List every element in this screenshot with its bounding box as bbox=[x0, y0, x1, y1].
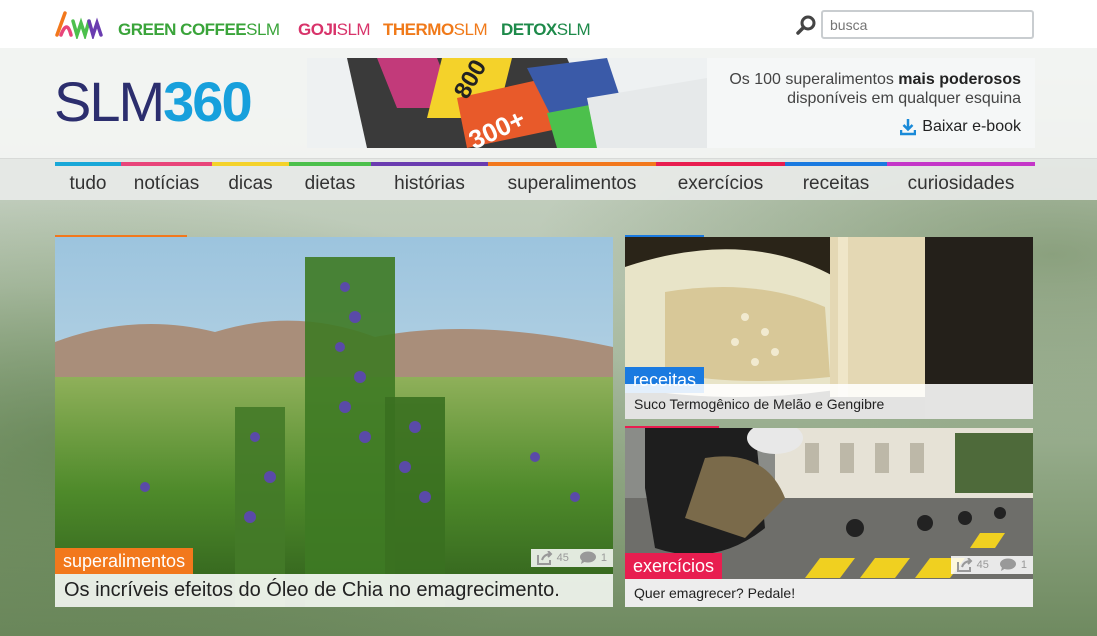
comment-icon bbox=[579, 551, 596, 564]
featured-article-card[interactable]: superalimentos 45 1 Os incríveis efeitos… bbox=[55, 237, 613, 607]
search-input[interactable] bbox=[821, 10, 1034, 39]
brand-thin: SLM bbox=[246, 20, 280, 39]
nav-item-label: receitas bbox=[802, 172, 870, 194]
nav-item-label: exercícios bbox=[677, 172, 764, 194]
article-title[interactable]: Suco Termogênico de Melão e Gengibre bbox=[625, 384, 1033, 419]
brand-link-goji[interactable]: GOJISLM bbox=[298, 20, 371, 40]
ebook-cover-image: 300+ 800 bbox=[307, 58, 707, 148]
nav-item-historias[interactable]: histórias bbox=[371, 162, 488, 201]
nav-item-dietas[interactable]: dietas bbox=[289, 162, 371, 201]
shares-stat[interactable]: 45 bbox=[536, 551, 569, 565]
banner-line1-regular: Os 100 superalimentos bbox=[729, 71, 899, 88]
brand-bold: GREEN COFFEE bbox=[118, 20, 247, 39]
article-title[interactable]: Os incríveis efeitos do Óleo de Chia no … bbox=[55, 574, 613, 607]
banner-line1-bold: mais poderosos bbox=[898, 71, 1021, 88]
logo-slm: SLM bbox=[54, 70, 165, 133]
brand-link-detox[interactable]: DETOXSLM bbox=[501, 20, 591, 40]
comment-icon bbox=[999, 558, 1016, 571]
ebook-banner[interactable]: 300+ 800 Os 100 superalimentos mais pode… bbox=[307, 58, 1035, 148]
nav-item-tudo[interactable]: tudo bbox=[55, 162, 121, 201]
comments-count: 1 bbox=[600, 552, 607, 564]
download-ebook-link[interactable]: Baixar e-book bbox=[900, 118, 1021, 136]
search-icon[interactable] bbox=[795, 14, 817, 36]
article-title-text: Suco Termogênico de Melão e Gengibre bbox=[634, 395, 885, 412]
article-title[interactable]: Quer emagrecer? Pedale! bbox=[625, 579, 1033, 607]
nav-item-dicas[interactable]: dicas bbox=[212, 162, 289, 201]
brand-bold: GOJI bbox=[298, 20, 337, 39]
comments-stat[interactable]: 1 bbox=[579, 551, 607, 565]
site-logo[interactable]: SLM360 bbox=[54, 70, 253, 133]
nav-item-label: curiosidades bbox=[907, 172, 1015, 194]
download-label: Baixar e-book bbox=[922, 118, 1021, 135]
article-title-text: Quer emagrecer? Pedale! bbox=[634, 585, 796, 601]
article-stats: 45 1 bbox=[950, 556, 1033, 574]
share-icon bbox=[536, 551, 553, 565]
shares-stat[interactable]: 45 bbox=[956, 558, 989, 572]
share-icon bbox=[956, 558, 973, 572]
download-icon bbox=[900, 119, 917, 136]
brand-bold: THERMO bbox=[383, 20, 454, 39]
brand-link-green-coffee[interactable]: GREEN COFFEESLM bbox=[118, 20, 280, 40]
shares-count: 45 bbox=[556, 552, 569, 564]
nav-item-superalimentos[interactable]: superalimentos bbox=[488, 162, 656, 201]
nav-item-label: dietas bbox=[304, 172, 356, 194]
brand-thin: SLM bbox=[336, 20, 371, 39]
banner-headline: Os 100 superalimentos mais poderosos dis… bbox=[729, 70, 1021, 108]
category-tag[interactable]: superalimentos bbox=[55, 548, 194, 574]
category-nav: tudo notícias dicas dietas histórias sup… bbox=[0, 158, 1097, 200]
shares-count: 45 bbox=[976, 559, 989, 571]
brand-thin: SLM bbox=[556, 20, 591, 39]
top-bar: GREEN COFFEESLM GOJISLM THERMOSLM DETOXS… bbox=[0, 0, 1097, 48]
comments-stat[interactable]: 1 bbox=[999, 558, 1027, 572]
category-tag-label: superalimentos bbox=[63, 550, 186, 571]
nav-item-label: dicas bbox=[228, 172, 273, 194]
logo-360: 360 bbox=[163, 70, 252, 133]
hw-logo-icon[interactable] bbox=[55, 9, 103, 39]
article-title-text: Os incríveis efeitos do Óleo de Chia no … bbox=[64, 579, 560, 601]
banner-line2: disponíveis em qualquer esquina bbox=[787, 90, 1021, 107]
brand-thin: SLM bbox=[453, 20, 488, 39]
recipe-article-card[interactable]: receitas Suco Termogênico de Melão e Gen… bbox=[625, 237, 1033, 419]
nav-item-label: histórias bbox=[394, 172, 465, 194]
brand-bold: DETOX bbox=[501, 20, 557, 39]
nav-item-label: tudo bbox=[69, 172, 107, 194]
article-stats: 45 1 bbox=[530, 549, 613, 567]
nav-item-label: superalimentos bbox=[507, 172, 637, 194]
nav-item-noticias[interactable]: notícias bbox=[121, 162, 212, 201]
category-tag[interactable]: exercícios bbox=[625, 553, 723, 579]
category-tag-label: exercícios bbox=[633, 555, 715, 576]
comments-count: 1 bbox=[1020, 559, 1027, 571]
nav-item-exercicios[interactable]: exercícios bbox=[656, 162, 785, 201]
exercise-article-card[interactable]: exercícios 45 1 Quer emagrecer? Pedale! bbox=[625, 428, 1033, 607]
nav-item-receitas[interactable]: receitas bbox=[785, 162, 887, 201]
nav-item-curiosidades[interactable]: curiosidades bbox=[887, 162, 1035, 201]
brand-link-thermo[interactable]: THERMOSLM bbox=[383, 20, 488, 40]
nav-item-label: notícias bbox=[133, 172, 200, 194]
